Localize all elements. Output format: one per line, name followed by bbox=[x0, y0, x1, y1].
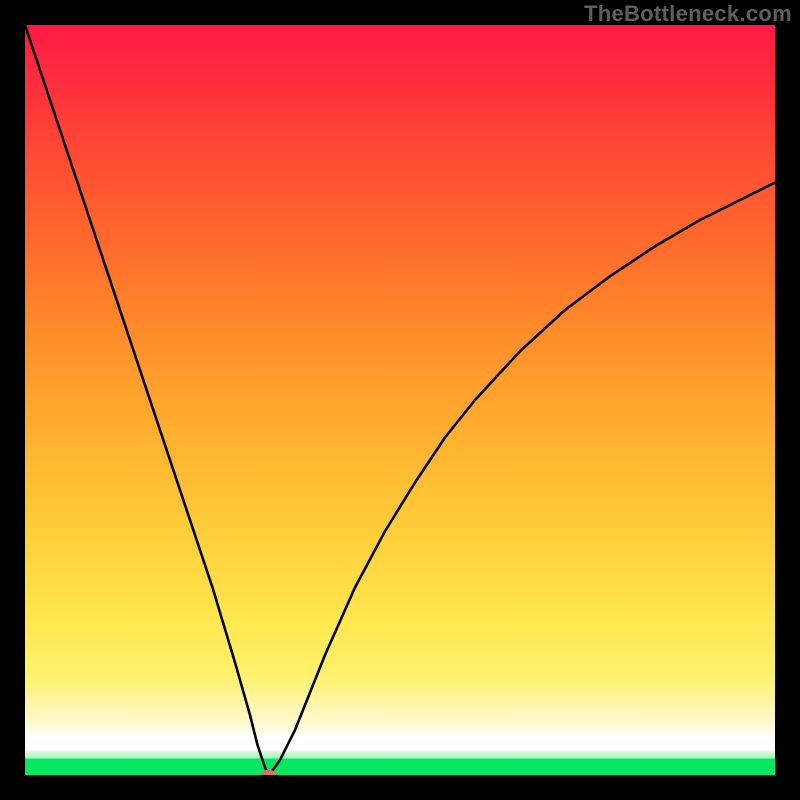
watermark-text: TheBottleneck.com bbox=[584, 1, 792, 27]
plot-area bbox=[25, 25, 775, 775]
chart-overlay bbox=[25, 25, 775, 775]
chart-frame: TheBottleneck.com bbox=[0, 0, 800, 800]
curve-line bbox=[25, 25, 775, 775]
